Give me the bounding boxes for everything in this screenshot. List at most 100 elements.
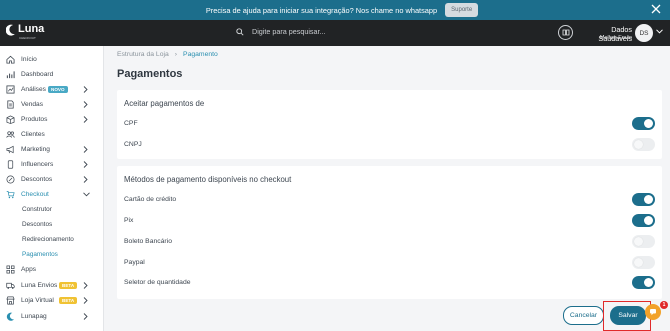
- chevron-right-icon: [83, 160, 88, 168]
- chevron-right-icon: [83, 100, 88, 108]
- sidebar-item-vendas[interactable]: Vendas: [0, 97, 104, 111]
- sidebar-item-label: Lunapag: [21, 312, 47, 320]
- toggle-knob: [634, 237, 643, 246]
- sidebar-item-label: Clientes: [21, 130, 45, 138]
- document-icon: [7, 99, 14, 109]
- row-label: CNPJ: [124, 141, 142, 148]
- sidebar-item-label: Apps: [21, 265, 37, 273]
- avatar[interactable]: DS: [635, 24, 653, 42]
- quantity-selector-toggle[interactable]: [632, 276, 655, 289]
- beta-badge: BETA: [59, 281, 78, 289]
- row-label: Cartão de crédito: [124, 196, 177, 203]
- toggle-knob: [644, 195, 653, 204]
- pix-toggle[interactable]: [632, 214, 655, 227]
- bar-chart-icon: [6, 70, 15, 78]
- sidebar-item-label: Luna Envios: [21, 281, 58, 289]
- search-input[interactable]: Digite para pesquisar...: [252, 27, 326, 36]
- moon-logo-icon: [6, 24, 15, 36]
- apps-icon: [6, 265, 15, 273]
- card-title: Métodos de pagamento disponíveis no chec…: [124, 175, 292, 184]
- chevron-down-icon[interactable]: [656, 29, 663, 34]
- row-label: Seletor de quantidade: [124, 279, 191, 286]
- sidebar-subitem-construtor[interactable]: Construtor: [22, 206, 52, 213]
- sidebar-item-marketing[interactable]: Marketing: [0, 142, 104, 156]
- sidebar-item-apps[interactable]: Apps: [0, 262, 104, 276]
- sidebar-item-inicio[interactable]: Início: [0, 52, 104, 66]
- toggle-knob: [634, 140, 643, 149]
- sidebar-item-label: Influencers: [21, 160, 54, 168]
- sidebar-item-label: Análises: [21, 85, 46, 93]
- chevron-down-icon: [83, 191, 90, 196]
- sidebar-item-clientes[interactable]: Clientes: [0, 127, 104, 141]
- cpf-toggle[interactable]: [632, 117, 655, 130]
- banner-text: Precisa de ajuda para iniciar sua integr…: [205, 5, 438, 15]
- sidebar-item-analises[interactable]: Análises NOVO: [0, 82, 104, 96]
- credit-card-toggle[interactable]: [632, 193, 655, 206]
- sidebar: Início Dashboard Análises NOVO Vendas Pr…: [0, 46, 104, 331]
- store-plan: Melhor Envio: [599, 35, 632, 41]
- chevron-right-icon: [83, 175, 88, 183]
- chevron-right-icon: [83, 296, 88, 304]
- paypal-toggle[interactable]: [632, 256, 655, 269]
- truck-icon: [6, 282, 15, 289]
- phone-icon: [7, 159, 14, 169]
- sidebar-item-descontos[interactable]: Descontos: [0, 172, 104, 186]
- toggle-knob: [644, 119, 653, 128]
- box-icon: [6, 114, 15, 124]
- card-title: Aceitar pagamentos de: [124, 99, 205, 108]
- analytics-icon: [6, 84, 15, 94]
- sidebar-subitem-pagamentos[interactable]: Pagamentos: [22, 251, 58, 258]
- breadcrumb-current: Pagamento: [183, 51, 218, 58]
- breadcrumb-separator: ›: [174, 51, 178, 58]
- accept-payments-card: Aceitar pagamentos de CPF CNPJ: [117, 90, 662, 159]
- chevron-right-icon: [83, 312, 88, 320]
- breadcrumb: Estrutura da Loja › Pagamento: [117, 51, 218, 58]
- sidebar-item-label: Dashboard: [21, 70, 54, 78]
- sidebar-item-label: Checkout: [21, 190, 49, 198]
- row-label: Paypal: [124, 259, 145, 266]
- cancel-button[interactable]: Cancelar: [563, 306, 604, 325]
- boleto-toggle[interactable]: [632, 235, 655, 248]
- sidebar-item-produtos[interactable]: Produtos: [0, 112, 104, 126]
- sidebar-subitem-redirecionamento[interactable]: Redirecionamento: [22, 236, 74, 243]
- page-title: Pagamentos: [117, 68, 183, 80]
- lunapag-icon: [6, 312, 15, 321]
- chat-button[interactable]: [645, 304, 661, 320]
- sidebar-item-influencers[interactable]: Influencers: [0, 157, 104, 171]
- support-button[interactable]: Suporte: [445, 3, 479, 17]
- megaphone-icon: [6, 145, 14, 153]
- cnpj-toggle[interactable]: [632, 138, 655, 151]
- beta-badge: BETA: [59, 296, 78, 304]
- breadcrumb-parent[interactable]: Estrutura da Loja: [117, 51, 169, 58]
- sidebar-item-label: Vendas: [21, 100, 43, 108]
- save-highlight-box: [603, 301, 651, 331]
- store-icon: [6, 296, 15, 304]
- luna-logo[interactable]: Luna CHECKOUT: [6, 23, 45, 40]
- chevron-right-icon: [83, 115, 88, 123]
- logo-text: Luna: [18, 23, 45, 35]
- sidebar-item-label: Produtos: [21, 115, 48, 123]
- discount-icon: [6, 175, 15, 183]
- help-banner: Precisa de ajuda para iniciar sua integr…: [0, 0, 670, 20]
- sidebar-item-label: Loja Virtual: [21, 296, 54, 304]
- row-label: Pix: [124, 217, 134, 224]
- book-icon[interactable]: [558, 25, 573, 40]
- sidebar-item-loja-virtual[interactable]: Loja Virtual BETA: [0, 293, 104, 307]
- toggle-knob: [634, 258, 643, 267]
- row-label: CPF: [124, 120, 138, 127]
- sidebar-subitem-descontos[interactable]: Descontos: [22, 221, 52, 228]
- chevron-right-icon: [83, 85, 88, 93]
- top-header: Luna CHECKOUT Digite para pesquisar... D…: [0, 20, 670, 46]
- close-icon[interactable]: [650, 3, 662, 15]
- search-bar[interactable]: Digite para pesquisar...: [236, 27, 326, 36]
- sidebar-item-lunapag[interactable]: Lunapag: [0, 309, 104, 323]
- chevron-right-icon: [83, 145, 88, 153]
- sidebar-item-label: Marketing: [21, 145, 50, 153]
- sidebar-item-label: Descontos: [21, 175, 53, 183]
- sidebar-item-dashboard[interactable]: Dashboard: [0, 67, 104, 81]
- home-icon: [6, 55, 15, 64]
- sidebar-item-luna-envios[interactable]: Luna Envios BETA: [0, 278, 104, 292]
- chat-icon: [650, 309, 656, 316]
- sidebar-item-checkout[interactable]: Checkout: [0, 187, 104, 201]
- row-label: Boleto Bancário: [124, 238, 172, 245]
